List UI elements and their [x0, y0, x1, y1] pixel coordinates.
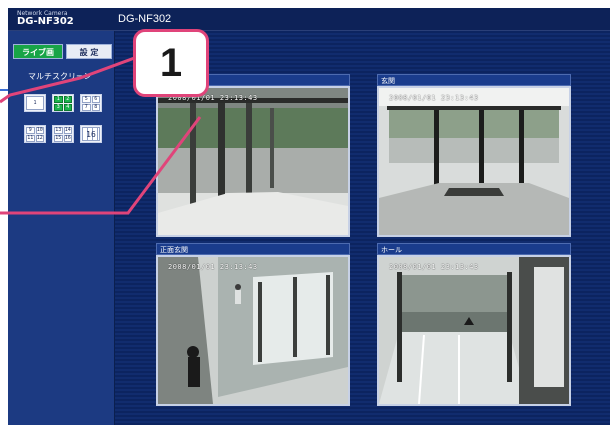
grid-cell: 13	[54, 127, 63, 134]
grid-cell: 4	[63, 104, 72, 111]
grid-4-screen-13-16-button[interactable]: 13 14 15 16	[52, 125, 74, 143]
grid-16-screen-button[interactable]: 16	[80, 125, 102, 143]
grid-cell: 11	[26, 135, 35, 142]
grid-cell: 10	[35, 127, 44, 134]
camera-window: Network Camera DG-NF302 DG-NF302 ライブ画 設 …	[8, 8, 610, 425]
grid-cell: 14	[63, 127, 72, 134]
camera-panel-3[interactable]: 正面玄関 2008/01/01 23:13:43	[156, 243, 350, 406]
grid-cell: 12	[35, 135, 44, 142]
grid-cell: 16	[63, 135, 72, 142]
left-panel: ライブ画 設 定 マルチスクリーン 1 1 2 3 4 5 6 7 8 9 10…	[8, 31, 114, 425]
camera-timestamp: 2008/01/01 23:13:43	[168, 263, 258, 271]
camera-panel-4[interactable]: ホール 2008/01/01 23:13:43	[377, 243, 571, 406]
page-title: DG-NF302	[118, 13, 172, 25]
grid-1-screen-button[interactable]: 1	[24, 94, 46, 112]
camera-2-scene	[379, 88, 569, 235]
grid-cell: 8	[91, 104, 100, 111]
setup-button[interactable]: 設 定	[66, 44, 112, 59]
grid-4-screen-5-8-button[interactable]: 5 6 7 8	[80, 94, 102, 112]
camera-image[interactable]: 2008/01/01 23:13:43	[377, 255, 571, 406]
grid-4-screen-1-4-button[interactable]: 1 2 3 4	[52, 94, 74, 112]
grid-cell: 5	[82, 96, 91, 103]
camera-timestamp: 2008/01/01 23:13:43	[389, 263, 479, 271]
camera-1-scene	[158, 88, 348, 235]
camera-timestamp: 2008/01/01 23:13:43	[389, 94, 479, 102]
camera-4-scene	[379, 257, 569, 404]
grid-cell: 9	[26, 127, 35, 134]
grid-cell: 16	[82, 127, 100, 141]
camera-title: 玄関	[377, 74, 571, 86]
grid-4-screen-9-12-button[interactable]: 9 10 11 12	[24, 125, 46, 143]
grid-cell: 3	[54, 104, 63, 111]
grid-cell: 6	[91, 96, 100, 103]
camera-title: ホール	[377, 243, 571, 255]
grid-cell: 1	[54, 96, 63, 103]
multi-screen-label: マルチスクリーン	[28, 72, 92, 81]
live-button[interactable]: ライブ画	[13, 44, 63, 59]
camera-image[interactable]: 2008/01/01 23:13:43	[377, 86, 571, 237]
camera-title: 正面玄関	[156, 243, 350, 255]
header-bar: Network Camera DG-NF302 DG-NF302	[8, 8, 610, 31]
callout-badge: 1	[133, 29, 209, 97]
brand-model: DG-NF302	[17, 16, 74, 27]
grid-cell: 1	[26, 96, 44, 110]
grid-cell: 2	[63, 96, 72, 103]
grid-cell: 15	[54, 135, 63, 142]
camera-image[interactable]: 2008/01/01 23:13:43	[156, 255, 350, 406]
grid-cell: 7	[82, 104, 91, 111]
camera-panel-2[interactable]: 玄関 2008/01/01 23:13:43	[377, 74, 571, 237]
callout-number: 1	[159, 40, 183, 85]
camera-panel-1[interactable]: 2008/01/01 23:13:43	[156, 74, 350, 237]
camera-3-scene	[158, 257, 348, 404]
camera-image[interactable]: 2008/01/01 23:13:43	[156, 86, 350, 237]
callout-edge-line	[0, 89, 8, 91]
